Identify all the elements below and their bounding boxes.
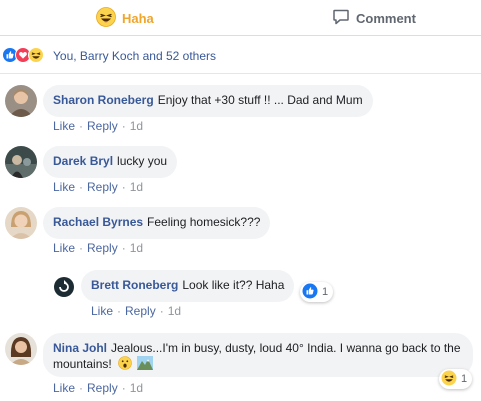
separator-dot: · xyxy=(121,381,126,395)
comment-actions: Like · Reply · 1d xyxy=(91,304,181,318)
comment-label: Comment xyxy=(356,10,416,26)
separator-dot: · xyxy=(79,119,84,133)
reaction-icons xyxy=(2,46,44,66)
avatar[interactable] xyxy=(5,85,37,117)
separator-dot: · xyxy=(79,180,84,194)
comment-bubble: Sharon Roneberg Enjoy that +30 stuff !! .… xyxy=(43,85,373,117)
divider xyxy=(0,73,481,74)
separator-dot: · xyxy=(121,241,126,255)
comment-author[interactable]: Rachael Byrnes xyxy=(53,215,143,229)
reply-link[interactable]: Reply xyxy=(87,241,118,255)
like-link[interactable]: Like xyxy=(53,119,75,133)
mountain-icon xyxy=(137,356,154,374)
comment-text: Enjoy that +30 stuff !! ... Dad and Mum xyxy=(157,93,363,107)
comment-bubble: Brett Roneberg Look like it?? Haha xyxy=(81,270,295,302)
like-link[interactable]: Like xyxy=(53,381,75,395)
comment-author[interactable]: Nina Johl xyxy=(53,341,107,355)
comment-time[interactable]: 1d xyxy=(130,119,143,133)
haha-icon xyxy=(96,6,116,30)
reply-link[interactable]: Reply xyxy=(87,180,118,194)
comment-author[interactable]: Brett Roneberg xyxy=(91,278,178,292)
comment-text: lucky you xyxy=(117,154,168,168)
comment-bubble: Nina Johl Jealous...I'm in busy, dusty, l… xyxy=(43,333,473,377)
reply-link[interactable]: Reply xyxy=(125,304,156,318)
speech-bubble-icon xyxy=(332,8,350,29)
comment-bubble: Rachael Byrnes Feeling homesick??? xyxy=(43,207,271,239)
comment-text: Feeling homesick??? xyxy=(147,215,261,229)
avatar[interactable] xyxy=(5,333,37,365)
comment-text: Look like it?? Haha xyxy=(182,278,285,292)
reaction-count: 1 xyxy=(461,373,468,385)
comment-author[interactable]: Sharon Roneberg xyxy=(53,93,154,107)
reactions-summary[interactable]: You, Barry Koch and 52 others xyxy=(2,46,216,66)
comment-actions: Like · Reply · 1d xyxy=(53,381,143,395)
like-link[interactable]: Like xyxy=(53,241,75,255)
thumbs-up-icon xyxy=(302,283,318,302)
comment-reactions[interactable]: 1 xyxy=(300,282,334,302)
separator-dot: · xyxy=(121,180,126,194)
comment-author[interactable]: Darek Bryl xyxy=(53,154,113,168)
comment-actions: Like · Reply · 1d xyxy=(53,241,143,255)
reaction-count: 1 xyxy=(322,286,329,298)
like-link[interactable]: Like xyxy=(91,304,113,318)
separator-dot: · xyxy=(79,381,84,395)
avatar[interactable] xyxy=(53,276,75,298)
avatar[interactable] xyxy=(5,146,37,178)
comment-time[interactable]: 1d xyxy=(130,180,143,194)
separator-dot: · xyxy=(117,304,122,318)
like-link[interactable]: Like xyxy=(53,180,75,194)
comment-text: Jealous...I'm in busy, dusty, loud 40° I… xyxy=(53,341,461,372)
comment-reactions[interactable]: 1 xyxy=(439,369,473,389)
comment-time[interactable]: 1d xyxy=(130,241,143,255)
action-bar: Haha Comment xyxy=(0,0,481,36)
laughing-face-icon xyxy=(441,370,457,389)
reactions-summary-text[interactable]: You, Barry Koch and 52 others xyxy=(53,49,216,63)
comment-button[interactable]: Comment xyxy=(332,7,416,29)
avatar[interactable] xyxy=(5,207,37,239)
comment-bubble: Darek Bryl lucky you xyxy=(43,146,178,178)
comment-actions: Like · Reply · 1d xyxy=(53,180,143,194)
reply-link[interactable]: Reply xyxy=(87,119,118,133)
haha-label: Haha xyxy=(122,10,154,26)
laughing-face-icon xyxy=(28,46,44,66)
separator-dot: · xyxy=(79,241,84,255)
separator-dot: · xyxy=(159,304,164,318)
comment-time[interactable]: 1d xyxy=(130,381,143,395)
reply-link[interactable]: Reply xyxy=(87,381,118,395)
comment-actions: Like · Reply · 1d xyxy=(53,119,143,133)
haha-reaction-button[interactable]: Haha xyxy=(96,6,154,30)
surprised-face-icon xyxy=(118,356,132,374)
separator-dot: · xyxy=(121,119,126,133)
comment-time[interactable]: 1d xyxy=(168,304,181,318)
